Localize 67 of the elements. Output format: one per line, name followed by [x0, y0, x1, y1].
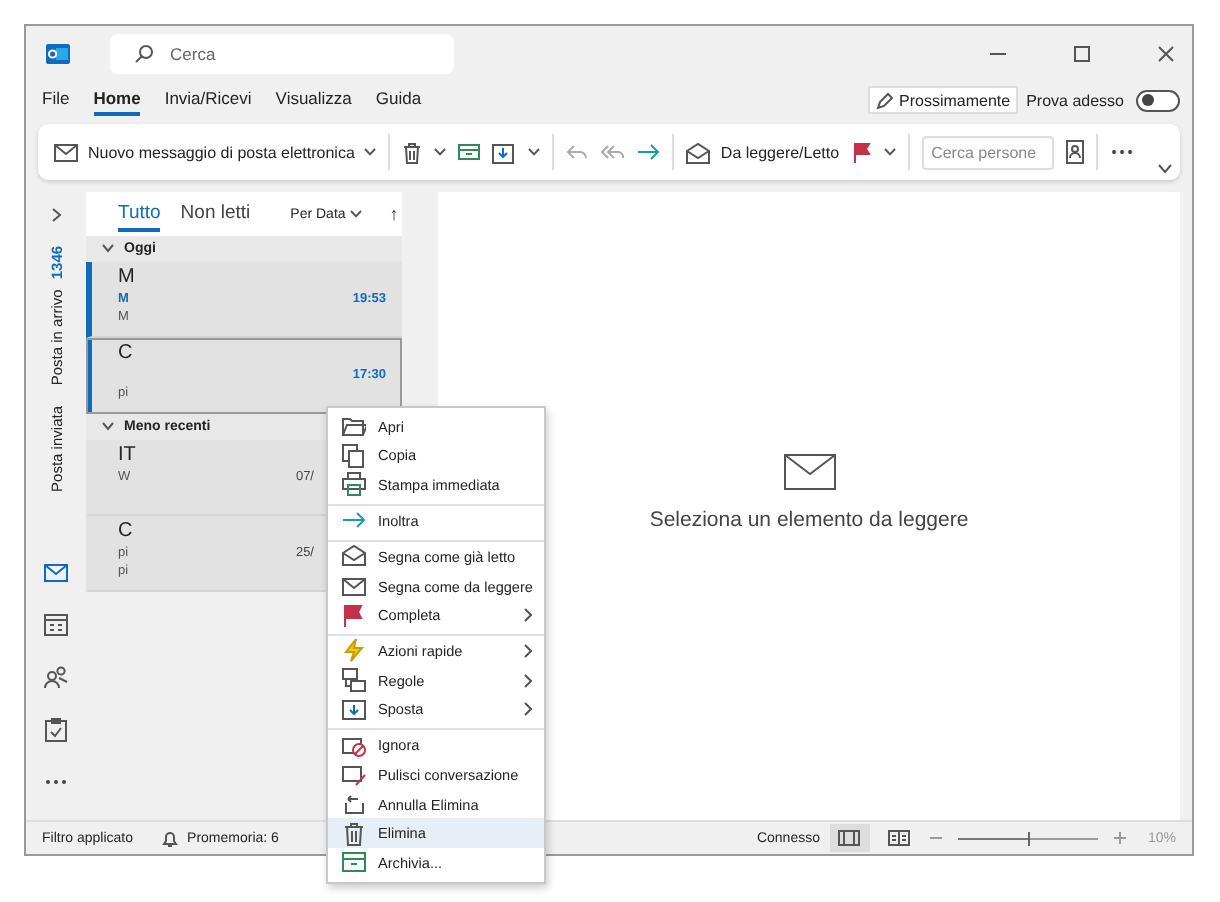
menu-tab[interactable]: File: [42, 84, 70, 116]
menu-tab[interactable]: Visualizza: [275, 84, 352, 116]
caret-icon: [434, 148, 447, 156]
caret-icon: [883, 148, 896, 156]
mail-icon[interactable]: [44, 562, 68, 586]
more-icon[interactable]: [44, 778, 68, 786]
reading-view-icon[interactable]: [888, 830, 911, 846]
coming-soon-button[interactable]: Prossimamente: [867, 86, 1019, 114]
chevron-down-icon[interactable]: [349, 210, 362, 218]
rules-icon: [342, 668, 366, 693]
filter-tab[interactable]: Non letti: [180, 196, 251, 232]
open-envelope-icon: [342, 544, 366, 569]
ignore-icon: [342, 733, 366, 758]
calendar-icon[interactable]: [44, 614, 68, 638]
app-logo-icon: [46, 42, 70, 66]
forward-icon[interactable]: [636, 142, 661, 162]
move-icon[interactable]: [492, 141, 517, 163]
message-sender: M: [118, 266, 137, 290]
trash-icon: [342, 821, 366, 846]
envelope-icon: [783, 453, 835, 489]
normal-view-icon[interactable]: [838, 830, 861, 846]
menu-tab[interactable]: Guida: [375, 84, 422, 116]
close-icon[interactable]: [1156, 44, 1176, 64]
flag-icon: [342, 603, 366, 628]
more-icon[interactable]: [1109, 148, 1134, 156]
caret-icon: [364, 148, 377, 156]
pen-icon: [875, 91, 893, 109]
address-book-icon[interactable]: [1065, 140, 1084, 164]
trash-icon[interactable]: [402, 141, 423, 163]
toggle-switch[interactable]: [1136, 89, 1180, 111]
empty-message: Seleziona un elemento da leggere: [649, 507, 969, 531]
lightning-icon: [342, 638, 366, 663]
new-message-button[interactable]: Nuovo messaggio di posta elettronica: [54, 132, 377, 172]
bell-icon[interactable]: [161, 829, 178, 847]
copy-icon: [342, 443, 366, 468]
chevron-down-icon: [102, 422, 114, 432]
chevron-down-icon: [102, 244, 114, 254]
folder-icon: [342, 414, 366, 439]
message-sender: IT: [118, 444, 138, 468]
people-icon[interactable]: [44, 666, 68, 690]
archive-icon: [342, 850, 366, 875]
search-icon: [134, 44, 154, 64]
chevron-down-icon[interactable]: [1158, 164, 1172, 174]
cleanup-icon: [342, 762, 366, 787]
caret-icon: [528, 148, 541, 156]
chevron-right-icon[interactable]: [51, 208, 61, 222]
message-sender: C: [118, 342, 135, 366]
clipboard-icon[interactable]: [44, 718, 68, 742]
sort-direction-button[interactable]: ↑: [389, 204, 399, 224]
printer-icon: [342, 472, 366, 497]
undo-icon: [342, 792, 366, 817]
message-sender: C: [118, 520, 135, 544]
open-envelope-icon: [686, 141, 711, 163]
try-now-label: Prova adesso: [1026, 91, 1124, 109]
filter-tab[interactable]: Tutto: [118, 196, 161, 232]
maximize-icon[interactable]: [1072, 44, 1092, 64]
envelope-icon: [54, 142, 78, 162]
read-unread-button[interactable]: Da leggere/Letto: [686, 132, 840, 172]
archive-icon[interactable]: [458, 142, 481, 162]
move-icon: [342, 697, 366, 722]
people-search-field[interactable]: Cerca persone: [921, 135, 1054, 169]
menu-tab[interactable]: Invia/Ricevi: [164, 84, 252, 116]
envelope-icon: [342, 574, 366, 599]
search-field[interactable]: Cerca: [110, 34, 454, 74]
flag-icon[interactable]: [851, 141, 872, 163]
menu-tab[interactable]: Home: [93, 84, 141, 116]
arrow-icon: [342, 508, 366, 533]
